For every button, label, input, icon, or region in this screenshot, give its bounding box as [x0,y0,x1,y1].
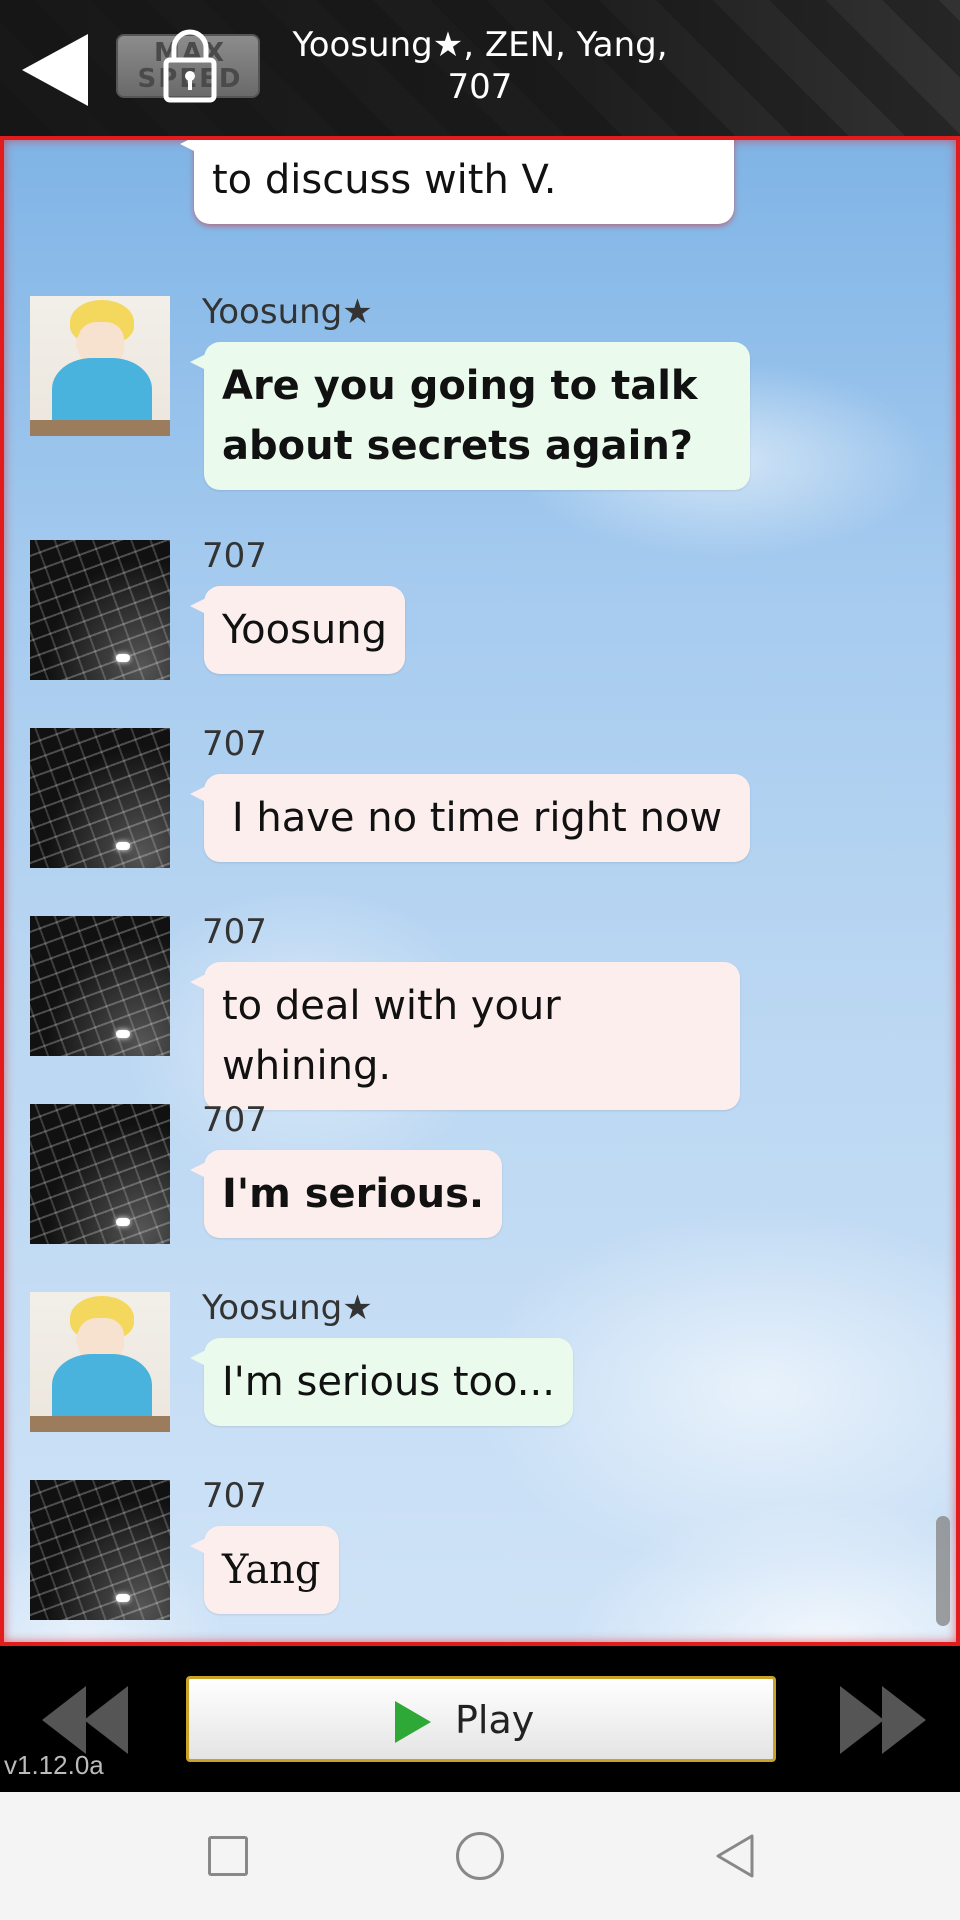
message-bubble-partial: to discuss with V. [180,140,734,224]
avatar-yoosung[interactable] [30,1292,170,1432]
message-text: Yoosung [222,607,387,653]
sender-name: 707 [202,1100,267,1140]
sender-name: 707 [202,912,267,952]
avatar-707[interactable] [30,1480,170,1620]
message-bubble: I'm serious too... [190,1338,573,1426]
back-arrow-icon [22,34,88,106]
message-bubble: Yoosung [190,586,405,674]
lock-icon [163,29,217,103]
avatar-707[interactable] [30,916,170,1056]
message-bubble: I'm serious. [189,1150,503,1238]
chat-log[interactable]: to discuss with V. Yoosung★ Are you goin… [0,136,960,1646]
message-text-line2: about secrets again? [222,423,693,469]
sender-name: Yoosung★ [202,1288,373,1328]
avatar-707[interactable] [30,540,170,680]
play-label: Play [455,1698,535,1742]
back-button[interactable] [18,30,90,110]
chat-header: MAX SPEED Yoosung★, ZEN, Yang, 707 [0,0,960,136]
message-text: Yang [222,1547,321,1593]
message-text: to discuss with V. [212,157,557,203]
avatar-707[interactable] [30,728,170,868]
sender-name: 707 [202,536,267,576]
playback-controls: Play v1.12.0a [0,1646,960,1792]
message-bubble: Are you going to talk about secrets agai… [190,342,750,490]
fast-forward-icon [840,1686,926,1754]
room-title-line1: Yoosung★, ZEN, Yang, [292,25,668,65]
version-label: v1.12.0a [4,1750,104,1780]
sender-name: 707 [202,1476,267,1516]
sender-name: 707 [202,724,267,764]
message-text: to deal with your whining. [222,983,561,1089]
sender-name: Yoosung★ [202,292,373,332]
message-bubble: I have no time right now [190,774,750,862]
message-text: I have no time right now [231,795,723,841]
rewind-icon [42,1686,128,1754]
message-text: I'm serious too... [222,1359,555,1405]
fast-forward-button[interactable] [834,1684,930,1756]
message-text-line1: Are you going to talk [222,363,698,409]
rewind-button[interactable] [38,1684,134,1756]
avatar-707[interactable] [30,1104,170,1244]
room-title-line2: 707 [447,67,513,107]
message-bubble: to deal with your whining. [190,962,740,1110]
scrollbar-thumb[interactable] [936,1516,950,1626]
back-triangle-icon [716,1834,754,1878]
max-speed-button[interactable]: MAX SPEED [116,29,260,103]
play-button[interactable]: Play [186,1676,776,1762]
home-button[interactable] [456,1832,504,1880]
message-bubble: Yang [190,1526,339,1614]
room-title: Yoosung★, ZEN, Yang, 707 [260,24,700,108]
avatar-yoosung[interactable] [30,296,170,436]
system-nav-bar [0,1792,960,1920]
recents-button[interactable] [208,1836,248,1876]
message-text: I'm serious. [222,1171,485,1217]
play-icon [395,1701,431,1743]
system-back-button[interactable] [712,1832,760,1880]
